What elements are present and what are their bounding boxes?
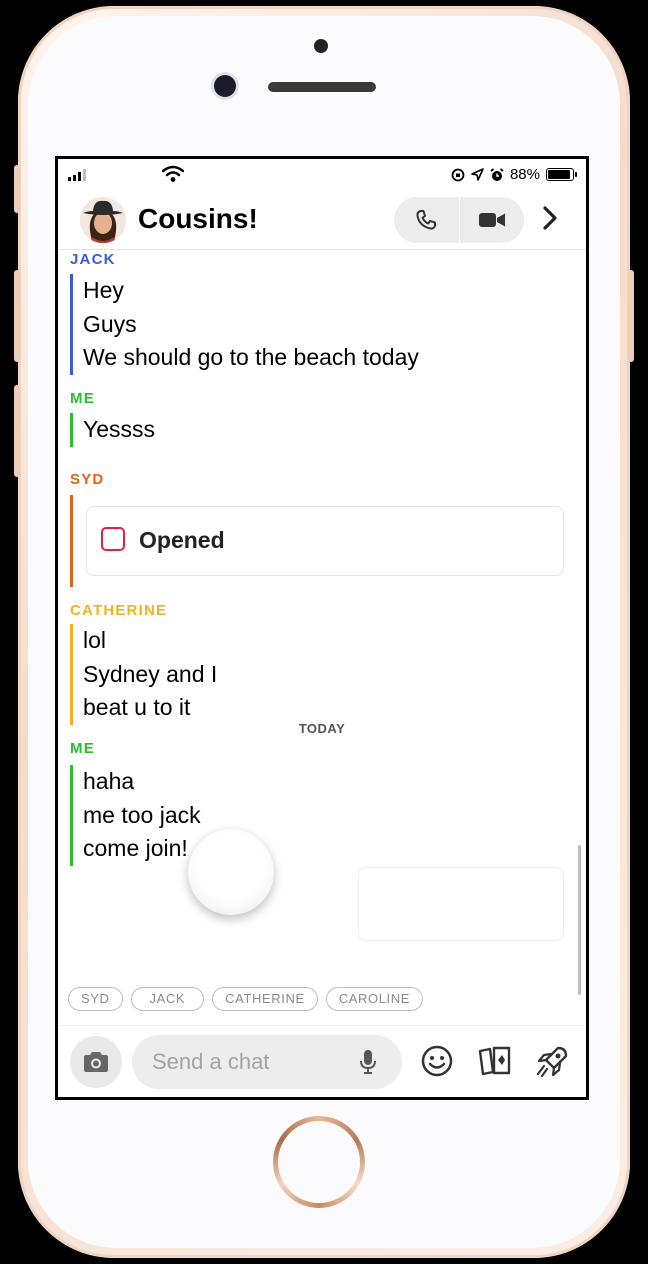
microphone-icon[interactable]: [358, 1048, 378, 1076]
message-line: beat u to it: [83, 694, 191, 720]
alarm-icon: [490, 167, 504, 181]
call-controls: [394, 197, 524, 243]
rocket-icon[interactable]: [534, 1044, 570, 1080]
phone-icon: [416, 210, 437, 230]
mention-chip[interactable]: JACK: [130, 987, 205, 1011]
message-line: me too jack: [83, 801, 201, 828]
message-group: Hey Guys We should go to the beach today: [70, 274, 419, 375]
chat-header: Cousins!: [58, 191, 586, 250]
message-line: Yessss: [83, 416, 156, 442]
location-icon: [471, 168, 484, 181]
page-title: Cousins!: [138, 203, 258, 234]
avatar[interactable]: [80, 197, 126, 243]
chat-input-bar: [58, 1025, 586, 1097]
phone-screen: 88% Cousins! JACK Hey Guys We should go …: [55, 156, 589, 1100]
signal-icon: [68, 169, 86, 181]
message-line: haha: [83, 768, 135, 794]
message-line: We should go to the beach today: [83, 344, 419, 370]
scrollbar[interactable]: [578, 845, 581, 995]
sender-label: ME: [70, 740, 95, 757]
phone-side-button: [14, 165, 20, 213]
typing-card: [358, 867, 564, 941]
voice-call-button[interactable]: [394, 197, 459, 243]
status-right: 88%: [451, 166, 577, 183]
status-bar: 88%: [58, 159, 586, 191]
message-line: come join!: [83, 835, 188, 861]
message-group: Yessss: [70, 413, 155, 447]
camera-button[interactable]: [70, 1036, 122, 1088]
opened-square-icon: [101, 527, 125, 551]
date-separator: TODAY: [298, 721, 346, 736]
phone-side-button: [14, 385, 20, 477]
sender-label: CATHERINE: [70, 602, 168, 619]
sender-label: JACK: [70, 251, 116, 268]
cards-icon[interactable]: [476, 1044, 514, 1078]
phone-side-button: [628, 270, 634, 362]
opened-label: Opened: [139, 527, 225, 553]
rotation-lock-icon: [451, 168, 465, 181]
wifi-icon: [162, 165, 184, 182]
message-group: haha me too jack come join!: [70, 765, 201, 866]
message-line: Guys: [83, 310, 137, 337]
battery-percent: 88%: [509, 166, 540, 183]
earpiece-speaker: [268, 82, 376, 92]
sender-label: SYD: [70, 471, 105, 488]
mention-chip[interactable]: CAROLINE: [325, 987, 423, 1011]
opened-snap-card[interactable]: Opened: [86, 506, 564, 576]
touch-indicator: [188, 829, 274, 915]
proximity-sensor: [314, 39, 328, 53]
video-icon: [478, 213, 505, 227]
message-group: lol Sydney and I beat u to it: [70, 624, 217, 725]
home-button[interactable]: [273, 1116, 365, 1208]
front-camera: [214, 75, 236, 97]
emoji-icon[interactable]: [420, 1044, 454, 1078]
sender-label: ME: [70, 390, 95, 407]
message-list: JACK Hey Guys We should go to the beach …: [58, 249, 586, 995]
message-line: lol: [83, 627, 107, 653]
message-line: Hey: [83, 277, 124, 303]
chevron-right-icon[interactable]: [542, 205, 558, 231]
mention-chip[interactable]: SYD: [68, 987, 123, 1011]
mention-chip[interactable]: CATHERINE: [212, 987, 318, 1011]
chat-input-pill: [132, 1035, 402, 1089]
message-line: Sydney and I: [83, 660, 218, 687]
camera-icon: [84, 1052, 108, 1072]
video-call-button[interactable]: [460, 197, 525, 243]
chat-input[interactable]: [152, 1048, 352, 1076]
battery-icon: [546, 168, 577, 181]
phone-side-button: [14, 270, 20, 362]
mention-chips: SYD JACK CATHERINE CAROLINE: [68, 987, 423, 1011]
message-group: [70, 495, 83, 587]
